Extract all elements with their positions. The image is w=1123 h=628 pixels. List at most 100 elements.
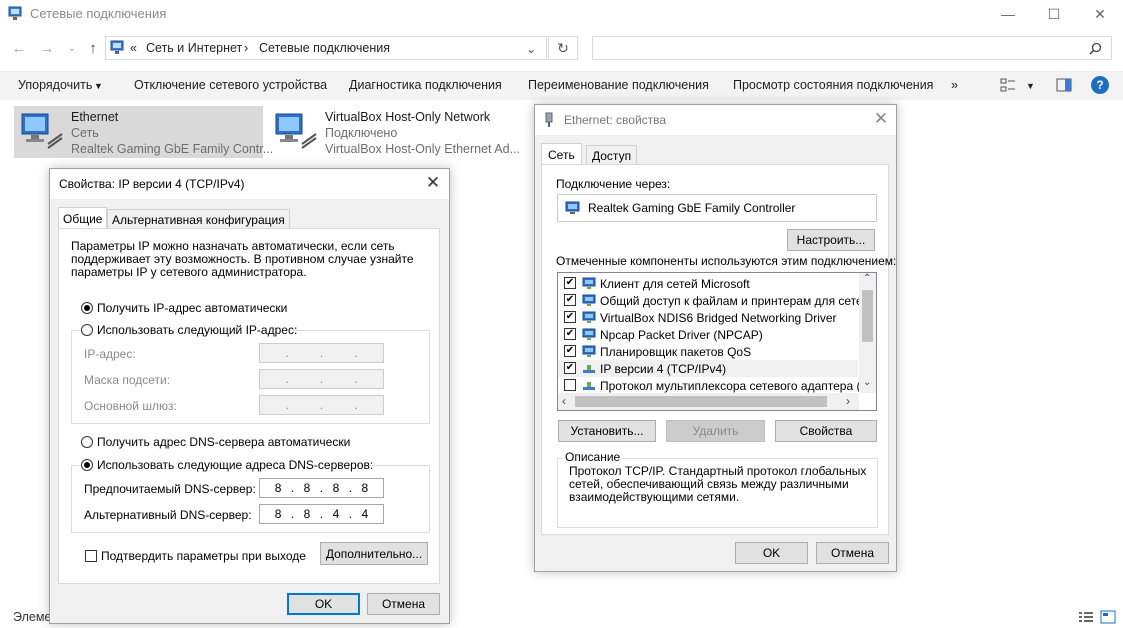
more-commands-button[interactable]: » — [951, 78, 958, 92]
network-component-icon — [582, 345, 596, 357]
up-arrow-icon[interactable]: ↑ — [82, 38, 104, 58]
description-line: параметры IP у сетевого администратора. — [71, 265, 307, 279]
alternate-dns-field[interactable]: 8. 8. 4. 4 — [259, 504, 384, 524]
address-bar[interactable]: « Сеть и Интернет › Сетевые подключения … — [105, 36, 547, 60]
cancel-button[interactable]: Отмена — [816, 542, 889, 564]
close-icon[interactable]: ✕ — [421, 172, 445, 194]
search-input[interactable] — [592, 36, 1112, 60]
ok-button[interactable]: OK — [287, 593, 360, 615]
breadcrumb-separator[interactable]: › — [244, 41, 248, 55]
recent-chevron-icon[interactable]: ⌄ — [61, 38, 83, 58]
preferred-dns-label: Предпочитаемый DNS-сервер: — [84, 482, 256, 496]
gateway-field[interactable]: ... — [259, 395, 384, 415]
component-row[interactable]: ✔ VirtualBox NDIS6 Bridged Networking Dri… — [558, 309, 858, 326]
scroll-left-icon[interactable]: ‹ — [562, 394, 566, 408]
manual-dns-radio[interactable] — [81, 459, 93, 471]
breadcrumb-prefix[interactable]: « — [130, 41, 137, 55]
uninstall-button[interactable]: Удалить — [666, 420, 765, 442]
ok-button[interactable]: OK — [735, 542, 808, 564]
tiles-view-icon[interactable] — [1100, 610, 1116, 624]
component-checkbox[interactable]: ✔ — [564, 328, 576, 340]
disable-device-button[interactable]: Отключение сетевого устройства — [134, 78, 327, 92]
connection-name: Ethernet — [71, 110, 119, 124]
forward-arrow-icon[interactable]: → — [36, 38, 58, 58]
breadcrumb-network-internet[interactable]: Сеть и Интернет — [146, 41, 242, 55]
preferred-dns-field[interactable]: 8. 8. 8. 8 — [259, 478, 384, 498]
ip-address-field[interactable]: ... — [259, 343, 384, 363]
component-row[interactable]: ✔ IP версии 4 (TCP/IPv4) — [558, 360, 858, 377]
network-tab-panel: Подключение через: Realtek Gaming GbE Fa… — [541, 164, 896, 535]
back-arrow-icon[interactable]: ← — [8, 38, 30, 58]
component-checkbox[interactable]: ✔ — [564, 277, 576, 289]
vertical-scrollbar[interactable]: ⌃ ⌄ — [859, 273, 876, 393]
component-checkbox[interactable]: ✔ — [564, 362, 576, 374]
manual-dns-label[interactable]: Использовать следующие адреса DNS-сервер… — [97, 458, 373, 472]
organize-dropdown-icon[interactable]: ▼ — [94, 81, 103, 91]
manual-ip-radio[interactable] — [81, 324, 93, 336]
h-scroll-thumb[interactable] — [575, 396, 827, 407]
diagnose-button[interactable]: Диагностика подключения — [349, 78, 502, 92]
subnet-mask-field[interactable]: ... — [259, 369, 384, 389]
install-button[interactable]: Установить... — [558, 420, 656, 442]
component-row[interactable]: ✔ Npcap Packet Driver (NPCAP) — [558, 326, 858, 343]
close-button[interactable]: ✕ — [1077, 0, 1123, 28]
components-list[interactable]: ✔ Клиент для сетей Microsoft ✔ Общий доступ… — [557, 272, 877, 411]
properties-button[interactable]: Свойства — [775, 420, 877, 442]
advanced-button[interactable]: Дополнительно... — [320, 542, 428, 565]
minimize-button[interactable]: — — [985, 0, 1031, 28]
tab-alternate-config[interactable]: Альтернативная конфигурация — [107, 209, 290, 229]
auto-ip-label[interactable]: Получить IP-адрес автоматически — [97, 301, 287, 315]
explorer-titlebar: Сетевые подключения — ☐ ✕ — [0, 0, 1123, 28]
configure-button[interactable]: Настроить... — [787, 229, 875, 251]
validate-label[interactable]: Подтвердить параметры при выходе — [101, 549, 306, 563]
component-row[interactable]: ✔ Планировщик пакетов QoS — [558, 343, 858, 360]
component-label: IP версии 4 (TCP/IPv4) — [600, 362, 727, 376]
view-dropdown-icon[interactable]: ▼ — [1026, 81, 1035, 91]
octet-dot: . — [348, 481, 353, 495]
connection-device: Realtek Gaming GbE Family Contr... — [71, 142, 274, 156]
connection-status: Подключено — [325, 126, 398, 140]
component-checkbox[interactable]: ✔ — [564, 345, 576, 357]
network-adapter-icon — [275, 113, 317, 149]
refresh-icon[interactable]: ↻ — [548, 36, 578, 60]
octet-dot: . — [348, 507, 353, 521]
breadcrumb-network-connections[interactable]: Сетевые подключения — [259, 41, 390, 55]
details-view-icon[interactable] — [1078, 610, 1094, 624]
connection-name: VirtualBox Host-Only Network — [325, 110, 491, 124]
auto-dns-radio[interactable] — [81, 436, 93, 448]
component-checkbox[interactable]: ✔ — [564, 311, 576, 323]
eth-dialog-title: Ethernet: свойства — [564, 113, 667, 127]
change-view-icon[interactable] — [1000, 78, 1016, 93]
component-row[interactable]: Протокол мультиплексора сетевого адаптер… — [558, 377, 876, 394]
maximize-button[interactable]: ☐ — [1031, 0, 1077, 28]
connection-ethernet[interactable]: Ethernet Сеть Realtek Gaming GbE Family … — [14, 106, 273, 158]
auto-dns-label[interactable]: Получить адрес DNS-сервера автоматически — [97, 435, 350, 449]
organize-menu[interactable]: Упорядочить — [18, 78, 92, 92]
ipv4-dialog-titlebar: Свойства: IP версии 4 (TCP/IPv4) ✕ — [50, 169, 449, 199]
component-checkbox[interactable] — [564, 379, 576, 391]
auto-ip-radio[interactable] — [81, 302, 93, 314]
connection-device: VirtualBox Host-Only Ethernet Ad... — [325, 142, 521, 156]
rename-button[interactable]: Переименование подключения — [528, 78, 709, 92]
preview-pane-icon[interactable] — [1056, 78, 1072, 93]
tab-general[interactable]: Общие — [58, 207, 108, 229]
tab-sharing[interactable]: Доступ — [586, 145, 638, 165]
horizontal-scrollbar[interactable]: ‹ › — [558, 393, 859, 410]
view-status-button[interactable]: Просмотр состояния подключения — [733, 78, 933, 92]
connection-virtualbox[interactable]: VirtualBox Host-Only Network Подключено … — [268, 106, 521, 158]
scroll-down-icon[interactable]: ⌄ — [863, 377, 871, 388]
scroll-up-icon[interactable]: ⌃ — [863, 273, 871, 284]
scroll-thumb[interactable] — [862, 290, 873, 342]
cancel-button[interactable]: Отмена — [367, 593, 440, 615]
scroll-right-icon[interactable]: › — [846, 394, 850, 408]
address-dropdown-icon[interactable]: ⌄ — [526, 41, 536, 56]
validate-checkbox[interactable] — [85, 550, 97, 562]
component-row[interactable]: ✔ Общий доступ к файлам и принтерам для с… — [558, 292, 876, 309]
component-row[interactable]: ✔ Клиент для сетей Microsoft — [558, 275, 858, 292]
tab-network[interactable]: Сеть — [541, 143, 582, 165]
component-checkbox[interactable]: ✔ — [564, 294, 576, 306]
help-icon[interactable]: ? — [1091, 76, 1109, 94]
close-icon[interactable]: ✕ — [869, 108, 893, 130]
network-component-icon — [582, 277, 596, 289]
manual-ip-label[interactable]: Использовать следующий IP-адрес: — [97, 323, 297, 337]
